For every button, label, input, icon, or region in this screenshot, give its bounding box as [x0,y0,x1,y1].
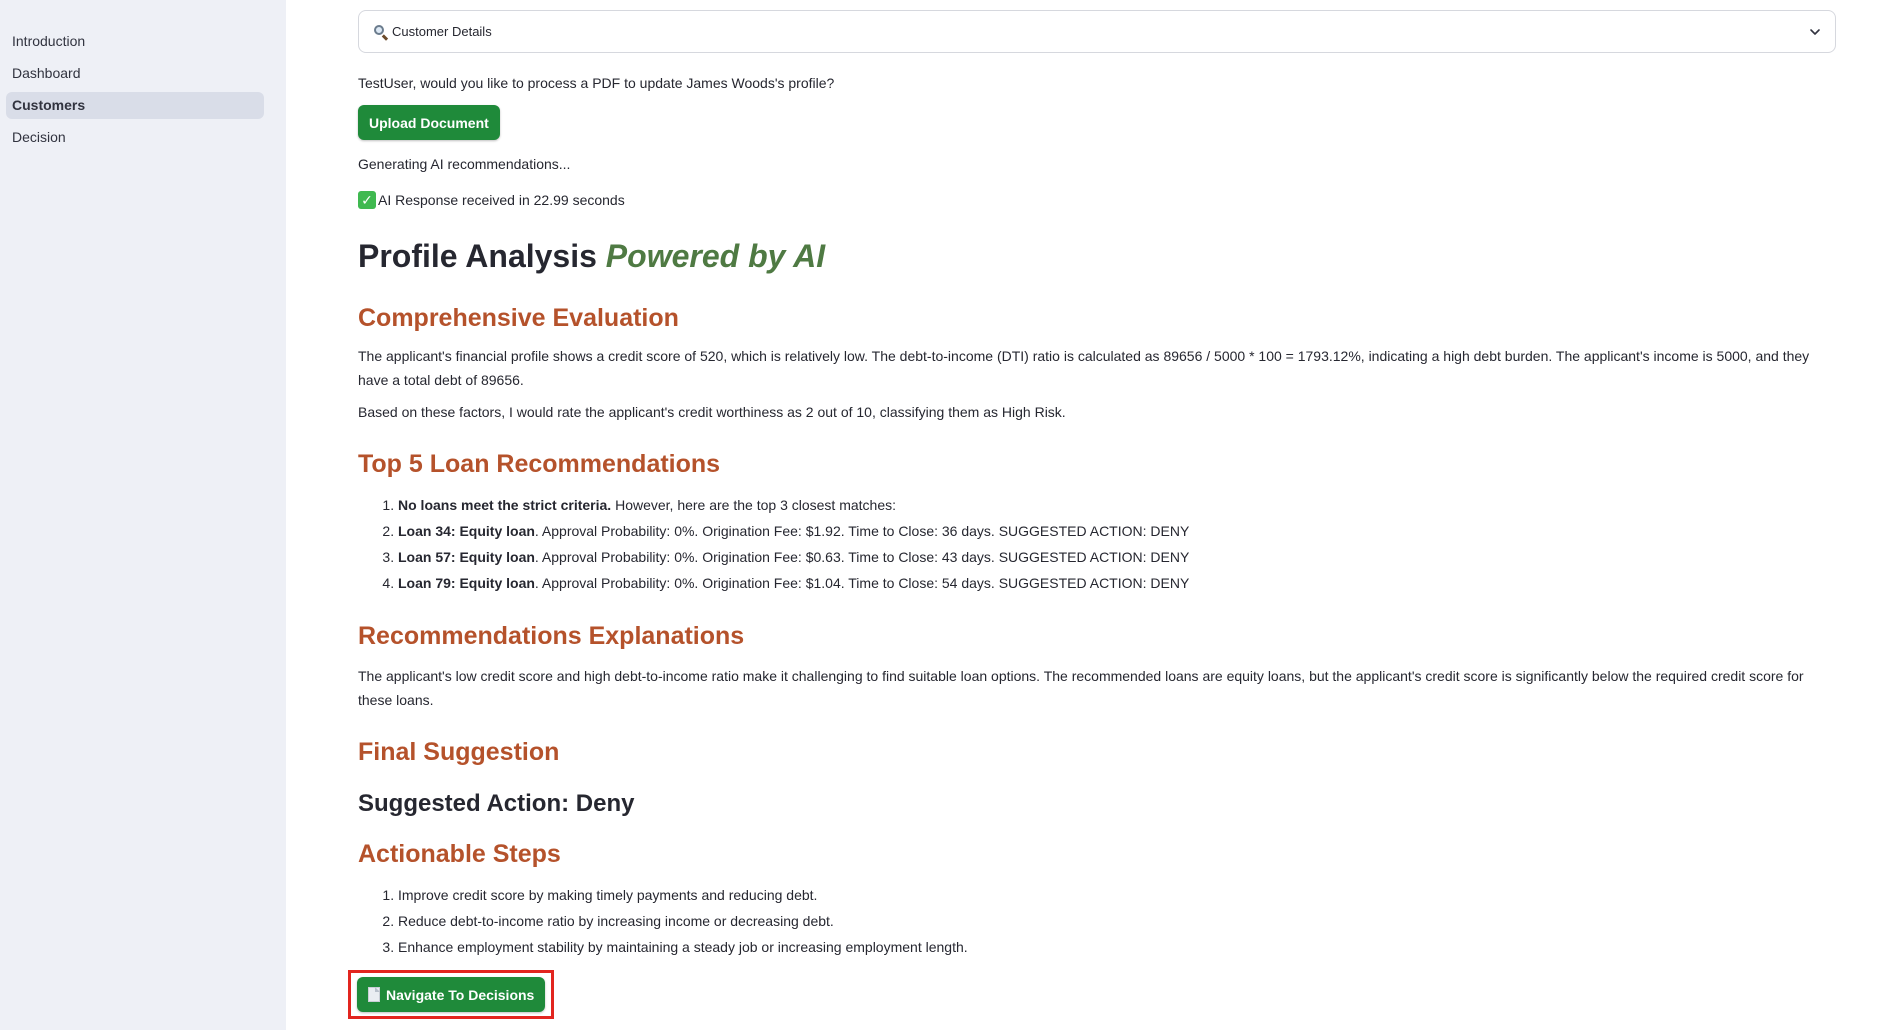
list-item-bold: Loan 34: Equity loan [398,523,535,539]
list-item-text: . Approval Probability: 0%. Origination … [534,575,1190,591]
check-icon: ✓ [358,191,376,209]
evaluation-paragraph-2: Based on these factors, I would rate the… [358,404,1066,420]
suggested-action: Suggested Action: Deny [358,790,635,817]
navigate-to-decisions-label: Navigate To Decisions [386,986,535,1003]
list-item-bold: No loans meet the strict criteria. [398,497,612,513]
list-item: Loan 34: Equity loan. Approval Probabili… [398,518,1836,544]
list-item-bold: Loan 57: Equity loan [398,549,535,565]
sidebar: Introduction Dashboard Customers Decisio… [0,0,286,1030]
success-text: AI Response received in 22.99 seconds [378,192,625,208]
page-title: Profile Analysis Powered by AI [358,234,1836,278]
list-item-text: However, here are the top 3 closest matc… [611,497,896,513]
main-content: Customer Details TestUser, would you lik… [286,0,1878,1030]
list-item-text: . Approval Probability: 0%. Origination … [534,523,1190,539]
sidebar-item-decision[interactable]: Decision [6,124,264,151]
navigate-to-decisions-button[interactable]: Navigate To Decisions [357,977,546,1012]
app-root: Introduction Dashboard Customers Decisio… [0,0,1878,1030]
list-item: Loan 79: Equity loan. Approval Probabili… [398,570,1836,596]
page-title-accent: Powered by AI [605,238,826,274]
upload-document-label: Upload Document [369,114,489,131]
navigate-button-highlight: Navigate To Decisions [348,970,555,1019]
list-item-bold: Loan 79: Equity loan [398,575,535,591]
loan-recommendations-heading: Top 5 Loan Recommendations [358,450,721,478]
list-item: Improve credit score by making timely pa… [398,882,1836,908]
document-icon [368,987,380,1002]
chevron-down-icon[interactable] [1809,26,1821,38]
page-title-main: Profile Analysis [358,238,606,274]
evaluation-heading: Comprehensive Evaluation [358,304,679,332]
customer-details-expander[interactable]: Customer Details [358,10,1836,53]
list-item: Enhance employment stability by maintain… [398,934,1836,960]
upload-document-button[interactable]: Upload Document [358,105,500,140]
expander-header: Customer Details [373,24,492,40]
evaluation-paragraph-1: The applicant's financial profile shows … [358,348,1810,388]
sidebar-item-dashboard[interactable]: Dashboard [6,60,264,87]
magnifier-icon [373,24,389,40]
success-message: ✓ AI Response received in 22.99 seconds [358,188,1836,212]
actionable-steps-list: Improve credit score by making timely pa… [358,882,1836,960]
sidebar-item-customers[interactable]: Customers [6,92,264,119]
expander-label: Customer Details [392,24,492,39]
generating-status-text: Generating AI recommendations... [358,156,571,172]
loan-recommendations-list: No loans meet the strict criteria. Howev… [358,492,1836,596]
sidebar-item-introduction[interactable]: Introduction [6,28,264,55]
list-item-text: . Approval Probability: 0%. Origination … [534,549,1190,565]
explanations-heading: Recommendations Explanations [358,622,745,650]
actionable-steps-heading: Actionable Steps [358,840,561,868]
final-suggestion-heading: Final Suggestion [358,738,560,766]
upload-prompt-text: TestUser, would you like to process a PD… [358,75,835,91]
list-item: Loan 57: Equity loan. Approval Probabili… [398,544,1836,570]
explanations-paragraph: The applicant's low credit score and hig… [358,668,1804,708]
list-item: No loans meet the strict criteria. Howev… [398,492,1836,518]
list-item: Reduce debt-to-income ratio by increasin… [398,908,1836,934]
